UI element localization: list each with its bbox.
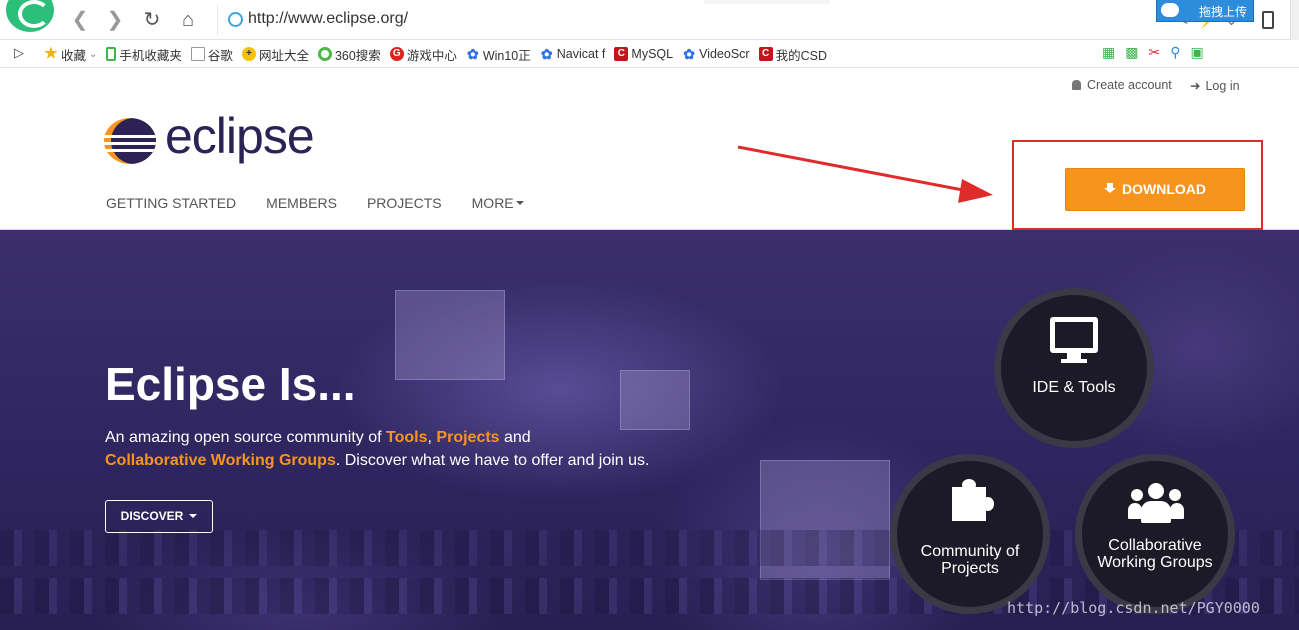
annotation-arrow — [737, 145, 993, 203]
annotation-arrow-head — [958, 179, 993, 203]
csdn-watermark: http://blog.csdn.net/PGY0000 — [1007, 599, 1260, 617]
annotation-arrow-line — [737, 145, 969, 193]
